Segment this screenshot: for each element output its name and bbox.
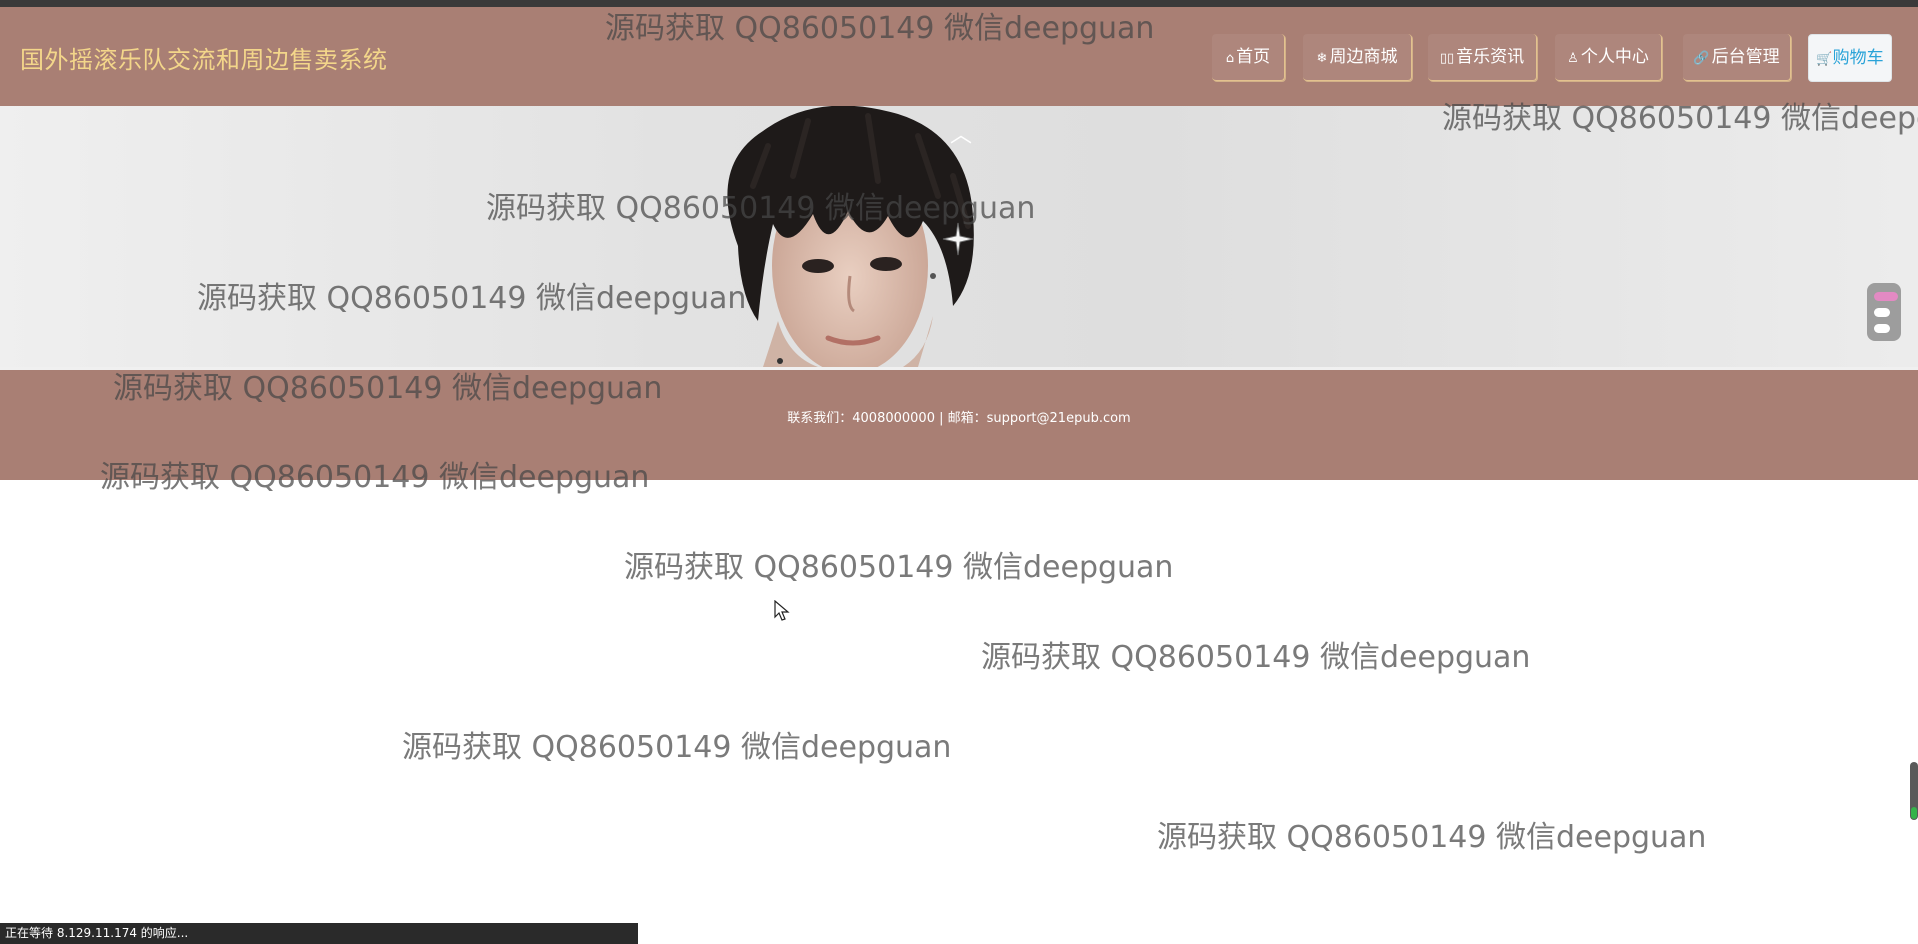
watermark-text: 源码获取 QQ86050149 微信deepguan	[981, 640, 1531, 675]
pager-dot-2[interactable]	[1874, 308, 1890, 317]
scrollbar-indicator	[1911, 807, 1917, 819]
site-footer: 联系我们：4008000000 | 邮箱：support@21epub.com	[0, 370, 1918, 480]
banner-carousel[interactable]: ︿	[0, 106, 1918, 367]
home-icon: ⌂	[1225, 51, 1235, 66]
site-header: 国外摇滚乐队交流和周边售卖系统 ⌂ 首页 ❄ 周边商城 ▯▯ 音乐资讯 ♙ 个人中心 🔗…	[0, 7, 1918, 106]
cart-label: 购物车	[1832, 48, 1884, 68]
browser-status-bar: 正在等待 8.129.11.174 的响应...	[0, 923, 638, 944]
nav-music-news[interactable]: ▯▯ 音乐资讯	[1428, 34, 1537, 81]
cart-icon: 🛒	[1816, 52, 1833, 67]
chevron-up-icon[interactable]: ︿	[950, 125, 972, 147]
footer-contact: 联系我们：4008000000 | 邮箱：support@21epub.com	[787, 411, 1131, 426]
main-nav: ⌂ 首页 ❄ 周边商城 ▯▯ 音乐资讯 ♙ 个人中心 🔗 后台管理 🛒购物车	[0, 34, 1918, 82]
cart-button[interactable]: 🛒购物车	[1808, 34, 1892, 82]
user-icon: ♙	[1567, 51, 1579, 66]
sparkle-icon	[942, 222, 974, 256]
nav-admin-label: 后台管理	[1711, 47, 1780, 67]
news-icon: ▯▯	[1439, 51, 1455, 66]
nav-merch-label: 周边商城	[1329, 47, 1398, 67]
watermark-text: 源码获取 QQ86050149 微信deepguan	[624, 550, 1174, 585]
browser-top-strip	[0, 0, 1918, 7]
mouse-cursor-icon	[774, 600, 790, 621]
snowflake-icon: ❄	[1316, 51, 1328, 66]
nav-user-center[interactable]: ♙ 个人中心	[1555, 34, 1662, 81]
pager-dot-1[interactable]	[1874, 292, 1898, 301]
nav-home[interactable]: ⌂ 首页	[1212, 34, 1285, 81]
nav-admin[interactable]: 🔗 后台管理	[1683, 34, 1791, 81]
watermark-text: 源码获取 QQ86050149 微信deepguan	[1157, 820, 1707, 855]
watermark-text: 源码获取 QQ86050149 微信deepguan	[402, 730, 952, 765]
nav-news-label: 音乐资讯	[1456, 47, 1525, 67]
link-icon: 🔗	[1693, 51, 1710, 66]
carousel-pager	[1867, 283, 1901, 341]
nav-user-label: 个人中心	[1580, 47, 1649, 67]
pager-dot-3[interactable]	[1874, 324, 1890, 333]
nav-home-label: 首页	[1236, 47, 1271, 67]
nav-merch-store[interactable]: ❄ 周边商城	[1303, 34, 1412, 81]
